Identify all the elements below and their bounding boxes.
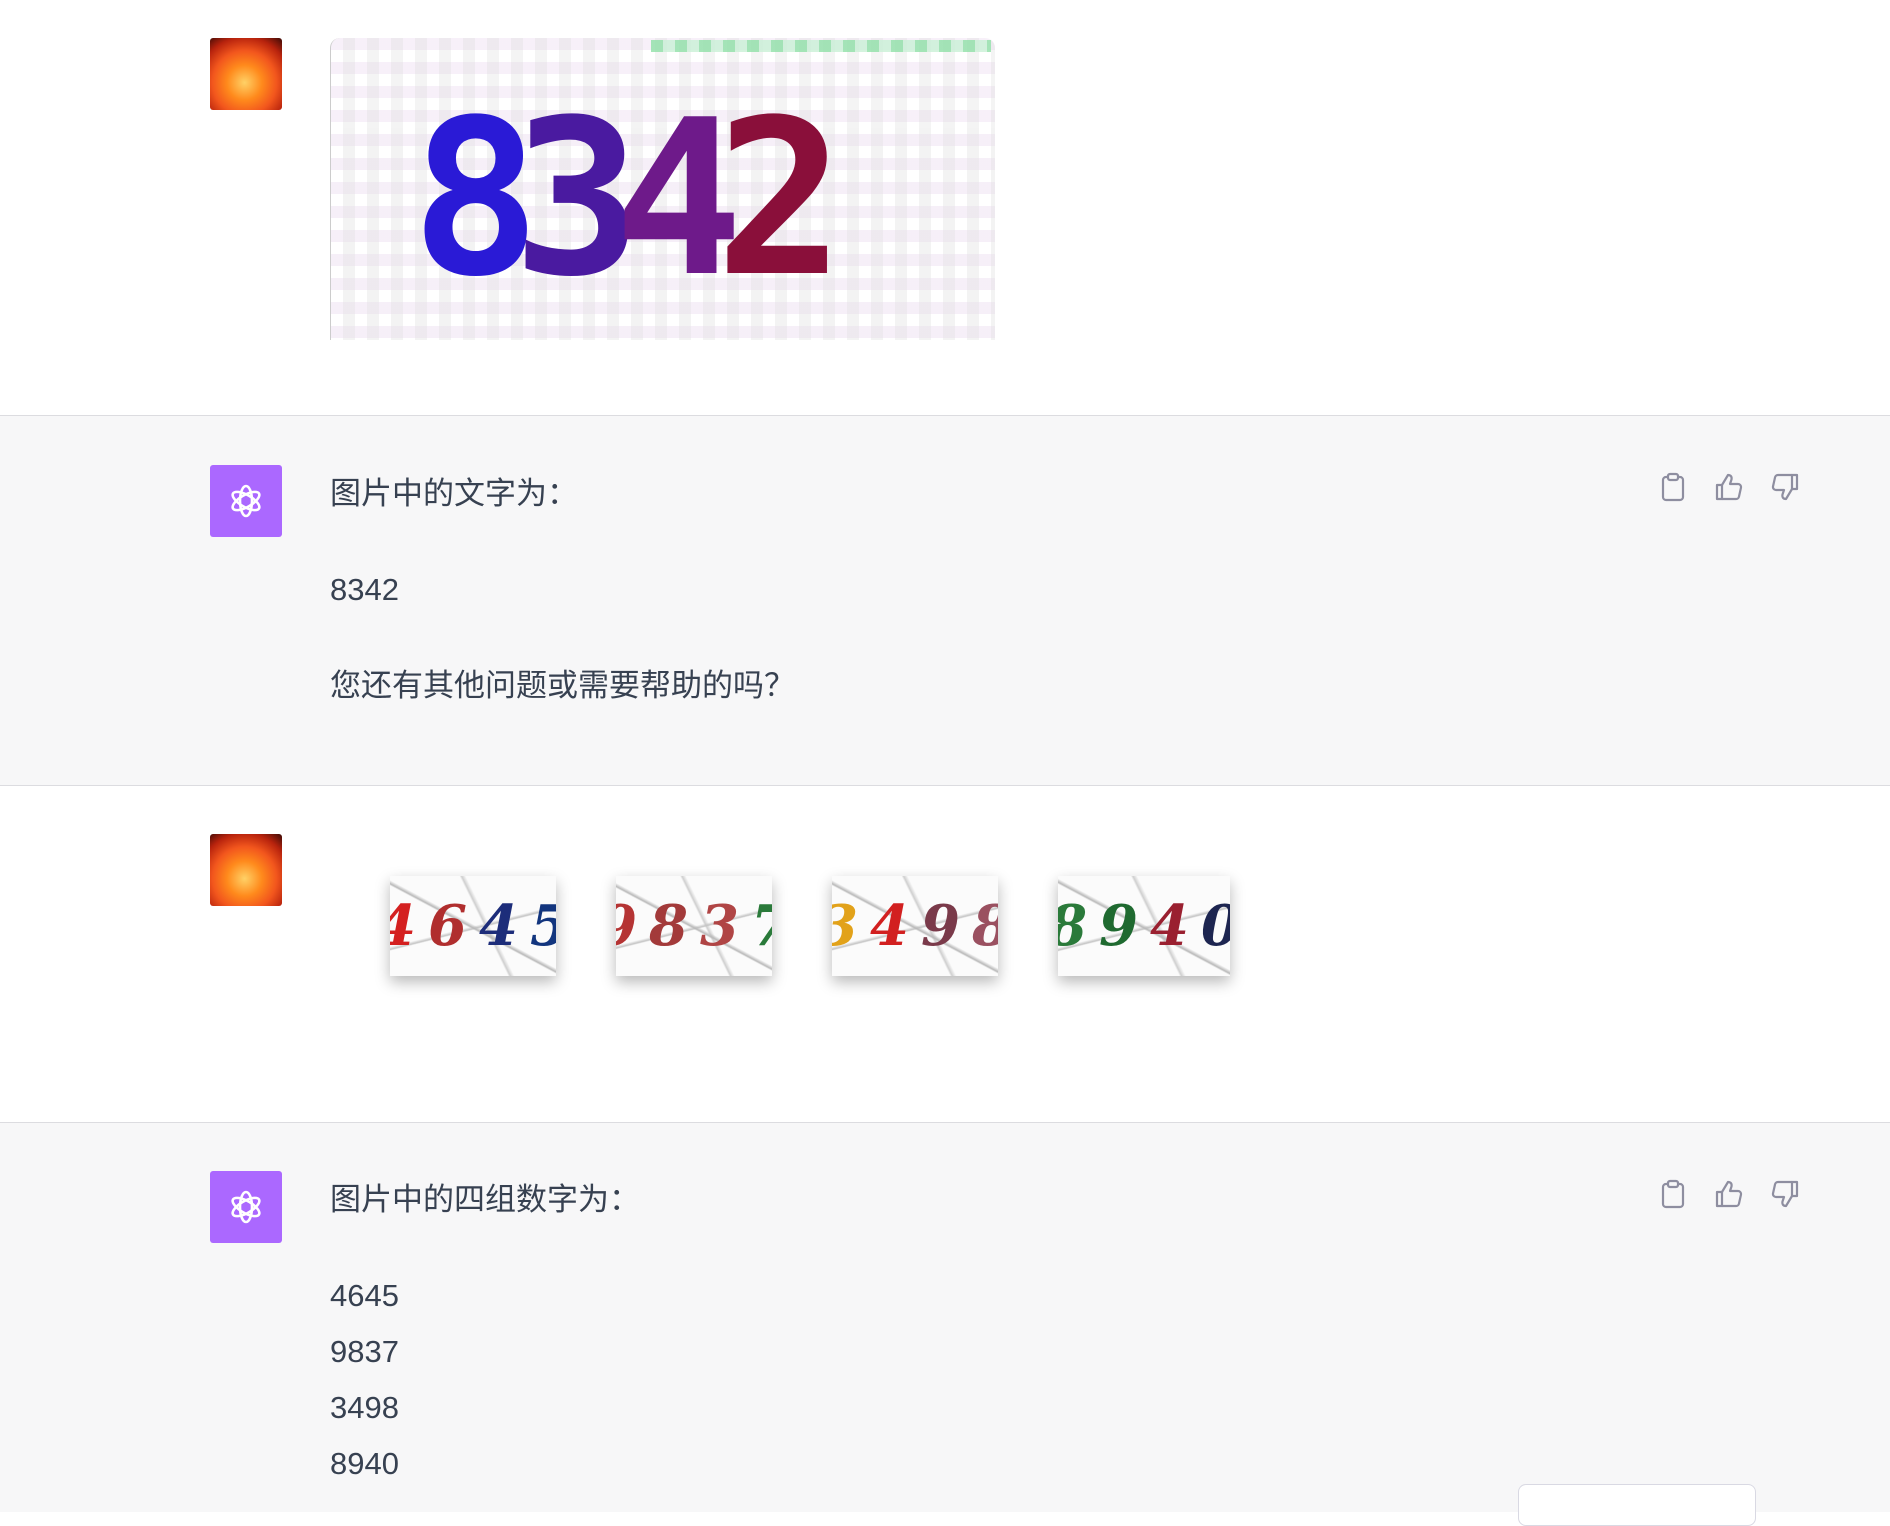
assistant-line: 3498 (330, 1390, 399, 1425)
captcha-image: 3 4 9 8 (832, 876, 998, 976)
captcha-digit: 5 (530, 893, 556, 959)
thumbs-down-icon (1771, 473, 1799, 501)
assistant-line: 您还有其他问题或需要帮助的吗？ (330, 668, 795, 703)
assistant-line: 8342 (330, 572, 399, 607)
assistant-line: 图片中的四组数字为： (330, 1182, 640, 1217)
assistant-message-1: 图片中的文字为： 8342 您还有其他问题或需要帮助的吗？ (0, 415, 1890, 786)
copy-button[interactable] (1658, 1178, 1688, 1210)
captcha-digit: 4 (1150, 893, 1189, 959)
captcha-digit: 3 (700, 893, 739, 959)
captcha-digit: 2 (715, 73, 844, 324)
captcha-image: 8 9 4 0 (1058, 876, 1230, 976)
captcha-digit: 0 (1201, 893, 1230, 959)
captcha-digit: 4 (479, 893, 518, 959)
copy-button[interactable] (1658, 471, 1688, 503)
captcha-digit: 6 (428, 893, 467, 959)
captcha-digit: 8 (1058, 893, 1087, 959)
captcha-digit: 8 (972, 893, 998, 959)
user-avatar (210, 38, 282, 110)
captcha-digit: 9 (921, 893, 960, 959)
assistant-text: 图片中的文字为： 8342 您还有其他问题或需要帮助的吗？ (330, 474, 795, 706)
clipboard-icon (1661, 472, 1685, 502)
captcha-digit: 9 (616, 893, 637, 959)
openai-logo-icon (231, 1190, 261, 1224)
assistant-line: 9837 (330, 1334, 399, 1369)
thumbs-up-button[interactable] (1714, 471, 1744, 503)
message-actions (1658, 1178, 1800, 1210)
captcha-image: 9 8 3 7 (616, 876, 772, 976)
user-message-2: 4 6 4 5 9 8 3 7 3 4 9 8 8 9 4 0 (0, 786, 1890, 1122)
clipboard-icon (1661, 1179, 1685, 1209)
thumbs-down-button[interactable] (1770, 1178, 1800, 1210)
captcha-image: 4 6 4 5 (390, 876, 556, 976)
message-actions (1658, 471, 1800, 503)
thumbs-down-button[interactable] (1770, 471, 1800, 503)
captcha-digit: 4 (390, 893, 416, 959)
captcha-digits: 8 3 4 2 (411, 74, 845, 324)
openai-logo-icon (231, 484, 261, 518)
regenerate-button[interactable] (1518, 1484, 1756, 1526)
captcha-digit: 9 (1099, 893, 1138, 959)
captcha-digit: 4 (870, 893, 909, 959)
assistant-message-2: 图片中的四组数字为： 4645 9837 3498 8940 (0, 1122, 1890, 1512)
user-avatar (210, 834, 282, 906)
captcha-digit: 8 (649, 893, 688, 959)
captcha-noise-bar (651, 40, 991, 52)
thumbs-up-button[interactable] (1714, 1178, 1744, 1210)
assistant-line: 图片中的文字为： (330, 476, 578, 511)
thumbs-up-icon (1715, 1180, 1743, 1208)
captcha-digit: 3 (832, 893, 858, 959)
assistant-avatar (210, 465, 282, 537)
assistant-line: 4645 (330, 1278, 399, 1313)
captcha-set: 4 6 4 5 9 8 3 7 3 4 9 8 8 9 4 0 (390, 876, 1230, 976)
assistant-line: 8940 (330, 1446, 399, 1481)
captcha-digit: 7 (751, 893, 772, 959)
captcha-image: 8 3 4 2 (330, 38, 995, 340)
thumbs-up-icon (1715, 473, 1743, 501)
user-message-1: 8 3 4 2 (0, 0, 1890, 415)
assistant-text: 图片中的四组数字为： 4645 9837 3498 8940 (330, 1180, 640, 1484)
thumbs-down-icon (1771, 1180, 1799, 1208)
assistant-avatar (210, 1171, 282, 1243)
